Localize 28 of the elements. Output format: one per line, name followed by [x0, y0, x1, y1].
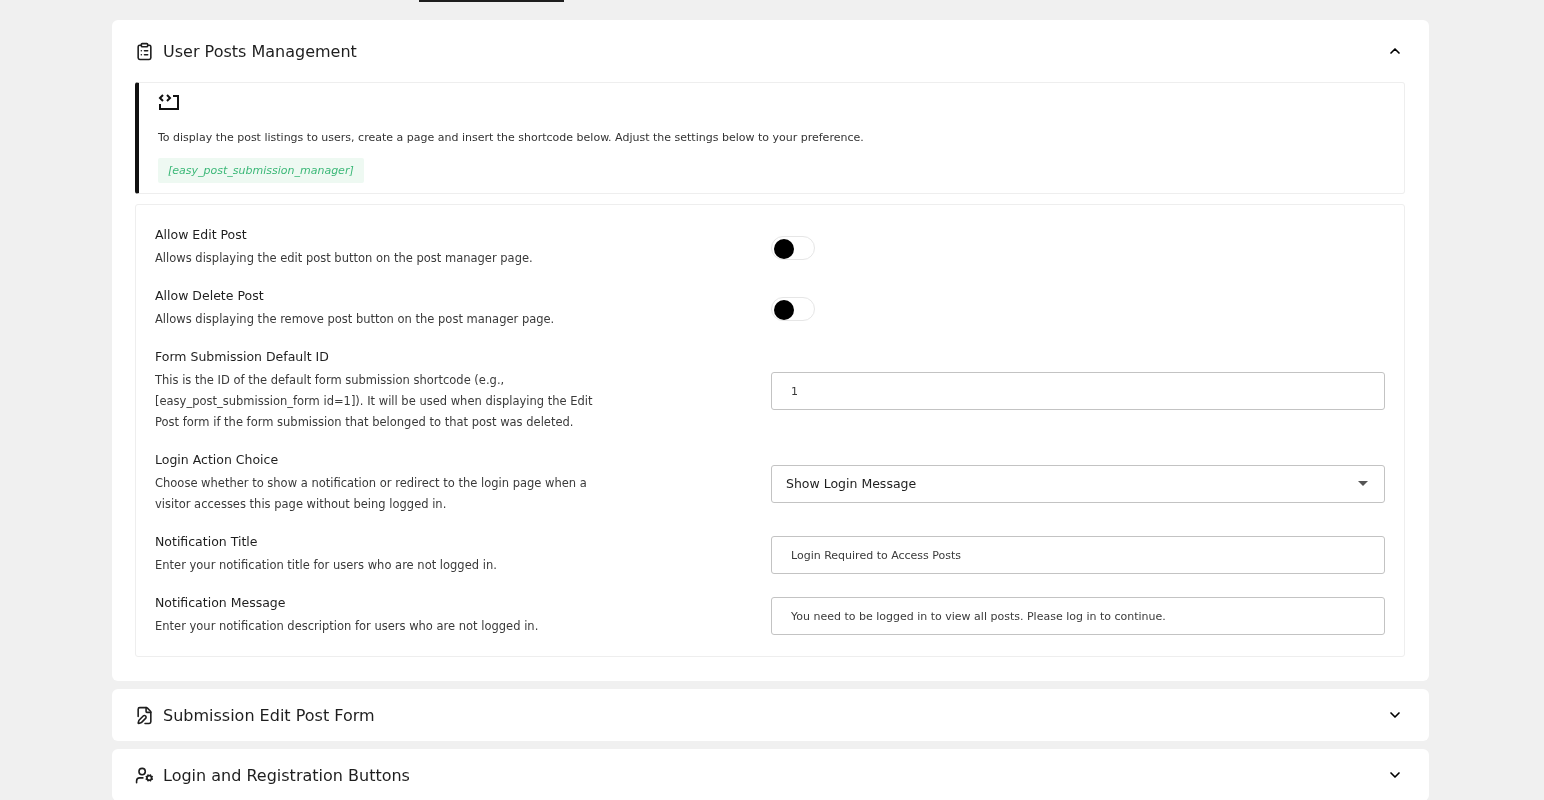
- setting-label: Login Action Choice: [155, 452, 280, 467]
- toggle-switch[interactable]: [771, 297, 815, 321]
- section-title: Submission Edit Post Form: [163, 705, 376, 725]
- user-gear-icon: [135, 765, 154, 785]
- setting-description: Enter your notification title for users who are not logged in.: [155, 557, 498, 574]
- select-dropdown[interactable]: Show Login Message: [771, 464, 1385, 503]
- setting-label: Form Submission Default ID: [155, 349, 330, 364]
- setting-label: Allow Edit Post: [155, 227, 248, 242]
- caret-icon: [1358, 481, 1368, 486]
- setting-description: Allows displaying the edit post button on the post manager page.: [155, 250, 534, 267]
- setting-label: Allow Delete Post: [155, 288, 265, 303]
- input-field[interactable]: 1: [771, 372, 1385, 410]
- shortcode: [easy_post_submission_manager]: [158, 158, 364, 183]
- section-title: Login and Registration Buttons: [163, 765, 411, 785]
- section-title: User Posts Management: [163, 41, 358, 61]
- setting-description: Choose whether to show a notification or redirect to the login page when a visitor accesses this page without being logged in.: [155, 475, 588, 513]
- setting-description: Enter your notification description for users who are not logged in.: [155, 618, 540, 635]
- setting-label: Notification Title: [155, 534, 259, 549]
- document-pen-icon: [135, 705, 154, 725]
- notice-text: To display the post listings to users, create a page and insert the shortcode below. Adjust the settings below to your preference.: [158, 131, 864, 144]
- input-field[interactable]: You need to be logged in to view all posts. Please log in to continue.: [771, 597, 1385, 635]
- toggle-switch[interactable]: [771, 236, 815, 260]
- setting-label: Notification Message: [155, 595, 287, 610]
- setting-description: Allows displaying the remove post button on the post manager page.: [155, 311, 556, 328]
- setting-description: This is the ID of the default form submission shortcode (e.g., [easy_post_submission_form id=1]). It will be used when displaying the Edit Post form if the form submission that belonged to that post was deleted.: [155, 372, 594, 431]
- input-field[interactable]: Login Required to Access Posts: [771, 536, 1385, 574]
- clipboard-list-icon: [135, 41, 154, 61]
- code-icon: [158, 93, 180, 111]
